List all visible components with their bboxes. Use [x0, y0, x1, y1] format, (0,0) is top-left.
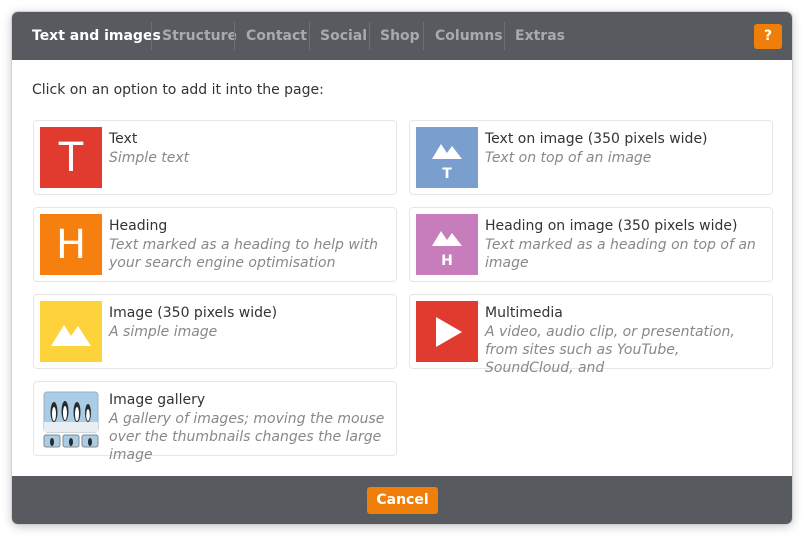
option-description: Text marked as a heading to help with yo… [109, 237, 379, 271]
svg-text:T: T [442, 166, 452, 182]
tab-shop[interactable]: Shop [380, 24, 420, 48]
tab-divider [423, 22, 424, 50]
tab-bar: Text and images Structure Contact Social… [12, 12, 792, 60]
tab-columns[interactable]: Columns [435, 24, 503, 48]
option-title: Heading [109, 218, 168, 234]
option-title: Text on image (350 pixels wide) [485, 131, 708, 147]
heading-on-image-icon: H [416, 214, 478, 275]
icon-glyph: H [55, 221, 87, 268]
svg-text:H: H [441, 253, 453, 269]
option-description: Text marked as a heading on top of an im… [485, 237, 756, 271]
option-multimedia[interactable]: Multimedia A video, audio clip, or prese… [409, 294, 773, 376]
option-heading[interactable]: H Heading Text marked as a heading to he… [33, 207, 397, 282]
option-image-gallery[interactable]: Image gallery A gallery of images; movin… [33, 381, 397, 463]
play-triangle-icon [436, 317, 462, 347]
tab-divider [234, 22, 235, 50]
play-icon [416, 301, 478, 362]
dialog-footer: Cancel [12, 476, 792, 524]
option-text[interactable]: T Text Simple text [33, 120, 397, 195]
mountain-icon: H [432, 231, 462, 269]
option-description: A gallery of images; moving the mouse ov… [109, 411, 385, 463]
option-heading-on-image[interactable]: H Heading on image (350 pixels wide) Tex… [409, 207, 773, 282]
option-description: A video, audio clip, or presentation, fr… [485, 324, 735, 376]
mountain-icon [51, 325, 91, 346]
add-element-dialog: Text and images Structure Contact Social… [12, 12, 792, 524]
text-on-image-icon: T [416, 127, 478, 188]
option-title: Image (350 pixels wide) [109, 305, 278, 321]
option-title: Image gallery [109, 392, 206, 408]
help-button[interactable]: ? [754, 24, 782, 49]
tab-contact[interactable]: Contact [246, 24, 307, 48]
option-title: Multimedia [485, 305, 563, 321]
instruction-text: Click on an option to add it into the pa… [32, 82, 324, 98]
penguins-gallery-icon [43, 391, 99, 448]
letter-h-icon: H [40, 214, 102, 275]
option-title: Text [109, 131, 138, 147]
gallery-icon [40, 388, 102, 449]
tab-divider [309, 22, 310, 50]
tab-extras[interactable]: Extras [515, 24, 565, 48]
image-icon [40, 301, 102, 362]
option-description: Simple text [109, 150, 190, 166]
option-description: Text on top of an image [485, 150, 652, 166]
tab-structure[interactable]: Structure [162, 24, 237, 48]
cancel-button[interactable]: Cancel [367, 487, 438, 514]
option-title: Heading on image (350 pixels wide) [485, 218, 738, 234]
tab-text-and-images[interactable]: Text and images [32, 24, 161, 48]
option-image[interactable]: Image (350 pixels wide) A simple image [33, 294, 397, 369]
tab-divider [369, 22, 370, 50]
letter-t-icon: T [40, 127, 102, 188]
option-description: A simple image [109, 324, 218, 340]
tab-divider [151, 22, 152, 50]
tab-divider [504, 22, 505, 50]
option-text-on-image[interactable]: T Text on image (350 pixels wide) Text o… [409, 120, 773, 195]
tab-social[interactable]: Social [320, 24, 367, 48]
mountain-icon: T [432, 144, 462, 182]
icon-glyph: T [58, 134, 84, 181]
